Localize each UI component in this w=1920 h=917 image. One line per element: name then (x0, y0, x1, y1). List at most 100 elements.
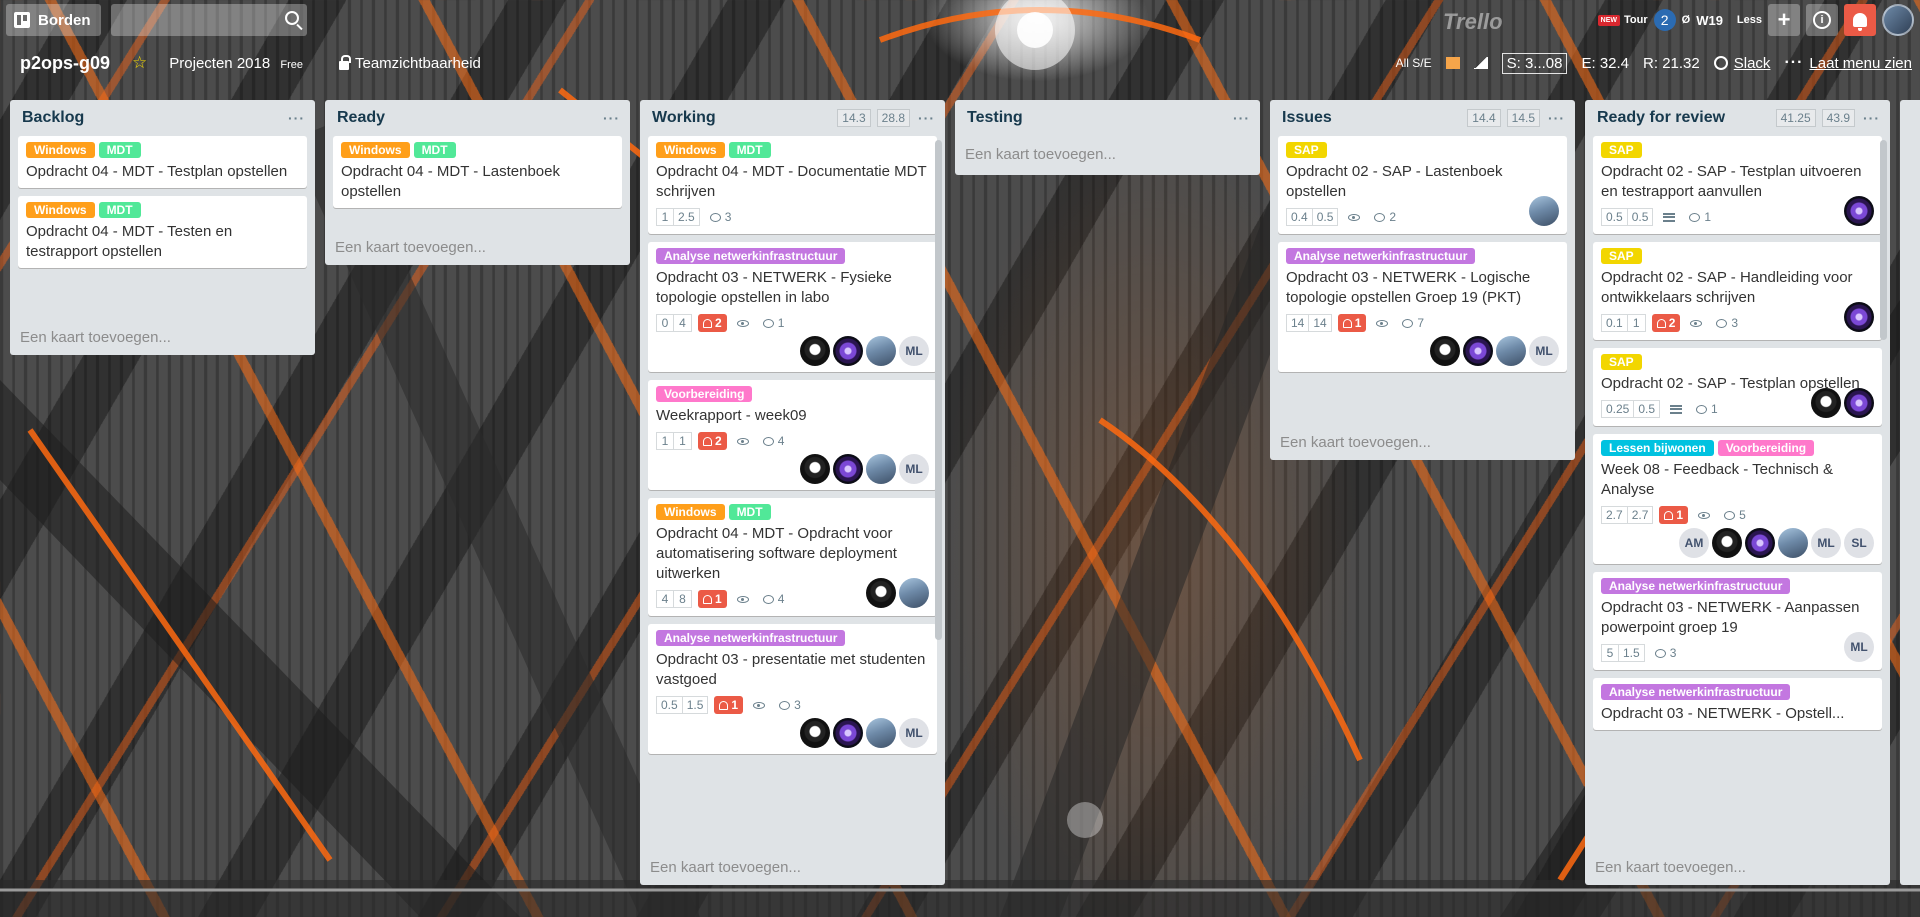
member-avatar[interactable]: ML (1529, 336, 1559, 366)
trello-logo[interactable]: Trello (1443, 9, 1503, 35)
slack-link[interactable]: Slack (1713, 55, 1770, 72)
list-title[interactable]: Ready for review (1597, 109, 1770, 127)
card[interactable]: Lessen bijwonen Voorbereiding Week 08 - F… (1593, 434, 1882, 564)
list-title[interactable]: Testing (967, 109, 1225, 127)
zero-symbol[interactable]: Ø (1682, 4, 1691, 36)
add-card-link[interactable]: Een kaart toevoegen... (1585, 849, 1890, 885)
list-scrollbar[interactable] (935, 140, 942, 640)
less-label: Less (1736, 14, 1762, 26)
member-avatar[interactable] (1712, 528, 1742, 558)
info-button[interactable]: i (1806, 4, 1838, 36)
comments-badge: 1 (762, 316, 784, 330)
member-avatar[interactable] (866, 578, 896, 608)
member-avatar[interactable]: ML (1811, 528, 1841, 558)
list-title[interactable]: Issues (1282, 109, 1461, 127)
member-avatar[interactable]: ML (899, 454, 929, 484)
member-avatar[interactable] (1529, 196, 1559, 226)
card[interactable]: Analyse netwerkinfrastructuur Opdracht 0… (648, 242, 937, 372)
filter-label[interactable]: All S/E (1396, 56, 1432, 70)
show-menu-button[interactable]: ··· Laat menu zien (1784, 54, 1912, 72)
member-avatar[interactable] (899, 578, 929, 608)
member-avatar[interactable] (1844, 302, 1874, 332)
card[interactable]: Analyse netwerkinfrastructuur Opdracht 0… (1593, 572, 1882, 670)
card-label: Windows (26, 202, 95, 218)
member-avatar[interactable]: ML (1844, 632, 1874, 662)
list-menu-icon[interactable]: ··· (603, 110, 620, 126)
member-avatar[interactable] (1844, 388, 1874, 418)
boards-button[interactable]: Borden (6, 4, 101, 36)
member-avatar[interactable]: ML (899, 336, 929, 366)
member-avatar[interactable] (866, 336, 896, 366)
list-menu-icon[interactable]: ··· (1548, 110, 1565, 126)
card[interactable]: Windows MDT Opdracht 04 - MDT - Testplan … (18, 136, 307, 188)
member-avatar[interactable] (1778, 528, 1808, 558)
add-card-link[interactable]: Een kaart toevoegen... (1270, 424, 1575, 460)
member-avatar[interactable] (866, 454, 896, 484)
extension-tour[interactable]: NEW Tour (1597, 4, 1648, 36)
list-title[interactable]: Ready (337, 109, 595, 127)
card-title: Opdracht 03 - NETWERK - Opstell... (1601, 705, 1845, 722)
card[interactable]: Analyse netwerkinfrastructuur Opdracht 0… (1278, 242, 1567, 372)
add-card-link[interactable]: Een kaart toevoegen... (325, 229, 630, 265)
member-avatar[interactable] (1745, 528, 1775, 558)
card[interactable]: Windows MDT Opdracht 04 - MDT - Documenta… (648, 136, 937, 234)
team-link[interactable]: Projecten 2018 Free (169, 55, 303, 72)
week-indicator[interactable]: W19 Less (1696, 4, 1762, 36)
chart-icon[interactable] (1473, 57, 1488, 69)
search-field[interactable] (110, 4, 307, 36)
estimate-badge: 0.4 (1286, 208, 1313, 226)
card[interactable]: SAP Opdracht 02 - SAP - Testplan opstell… (1593, 348, 1882, 426)
card[interactable]: Analyse netwerkinfrastructuur Opdracht 0… (648, 624, 937, 754)
member-avatar[interactable] (866, 718, 896, 748)
search-icon[interactable] (284, 11, 299, 25)
card[interactable]: Voorbereiding Weekrapport - week09 1124 … (648, 380, 937, 490)
member-avatar[interactable] (833, 718, 863, 748)
list-scrollbar[interactable] (1880, 140, 1887, 340)
user-avatar[interactable] (1882, 4, 1914, 36)
add-card-link[interactable]: Een kaart toevoegen... (10, 319, 315, 355)
member-avatar[interactable] (1844, 196, 1874, 226)
member-avatar[interactable] (800, 336, 830, 366)
card[interactable]: SAP Opdracht 02 - SAP - Testplan uitvoer… (1593, 136, 1882, 234)
card[interactable]: Analyse netwerkinfrastructuur Opdracht 0… (1593, 678, 1882, 730)
burndown-icon[interactable] (1445, 57, 1460, 69)
estimate-badge: 14 (1286, 314, 1310, 332)
list-title[interactable]: Backlog (22, 109, 280, 127)
search-input[interactable] (110, 4, 307, 36)
list-menu-icon[interactable]: ··· (1233, 110, 1250, 126)
member-avatar[interactable] (800, 454, 830, 484)
member-avatar[interactable]: AM (1679, 528, 1709, 558)
card[interactable]: Windows MDT Opdracht 04 - MDT - Opdracht … (648, 498, 937, 616)
card[interactable]: SAP Opdracht 02 - SAP - Handleiding voor… (1593, 242, 1882, 340)
member-avatar[interactable] (1496, 336, 1526, 366)
list-menu-icon[interactable]: ··· (1863, 110, 1880, 126)
due-count: 1 (1354, 316, 1362, 330)
list-title[interactable]: Working (652, 109, 831, 127)
list-menu-icon[interactable]: ··· (288, 110, 305, 126)
list-cards: Windows MDT Opdracht 04 - MDT - Lastenboe… (325, 136, 630, 229)
visibility-button[interactable]: Teamzichtbaarheid (338, 54, 481, 72)
member-avatar[interactable] (833, 336, 863, 366)
notifications-button[interactable] (1844, 4, 1876, 36)
comment-icon (1402, 318, 1414, 328)
add-card-link[interactable]: Een kaart toevoegen... (955, 136, 1260, 172)
member-avatar[interactable] (833, 454, 863, 484)
card[interactable]: Windows MDT Opdracht 04 - MDT - Lastenboe… (333, 136, 622, 208)
card[interactable]: SAP Opdracht 02 - SAP - Lastenboek opste… (1278, 136, 1567, 234)
card-title: Opdracht 02 - SAP - Lastenboek opstellen (1286, 163, 1503, 200)
member-avatar[interactable]: ML (899, 718, 929, 748)
member-avatar[interactable] (1430, 336, 1460, 366)
card[interactable]: Windows MDT Opdracht 04 - MDT - Testen en… (18, 196, 307, 268)
list-ready-for-review: Ready for review 41.25 43.9 ··· SAP Opdr… (1585, 100, 1890, 885)
member-avatar[interactable] (800, 718, 830, 748)
scrum-extension-icon[interactable]: 2 (1653, 9, 1676, 31)
member-avatar[interactable] (1811, 388, 1841, 418)
member-avatar[interactable] (1463, 336, 1493, 366)
board-title[interactable]: p2ops-g09 (8, 53, 122, 74)
add-button[interactable]: + (1768, 4, 1800, 36)
member-avatar[interactable]: SL (1844, 528, 1874, 558)
star-icon[interactable]: ☆ (132, 53, 147, 73)
card-title: Week 08 - Feedback - Technisch & Analyse (1601, 461, 1834, 498)
add-card-link[interactable]: Een kaart toevoegen... (640, 849, 945, 885)
list-menu-icon[interactable]: ··· (918, 110, 935, 126)
